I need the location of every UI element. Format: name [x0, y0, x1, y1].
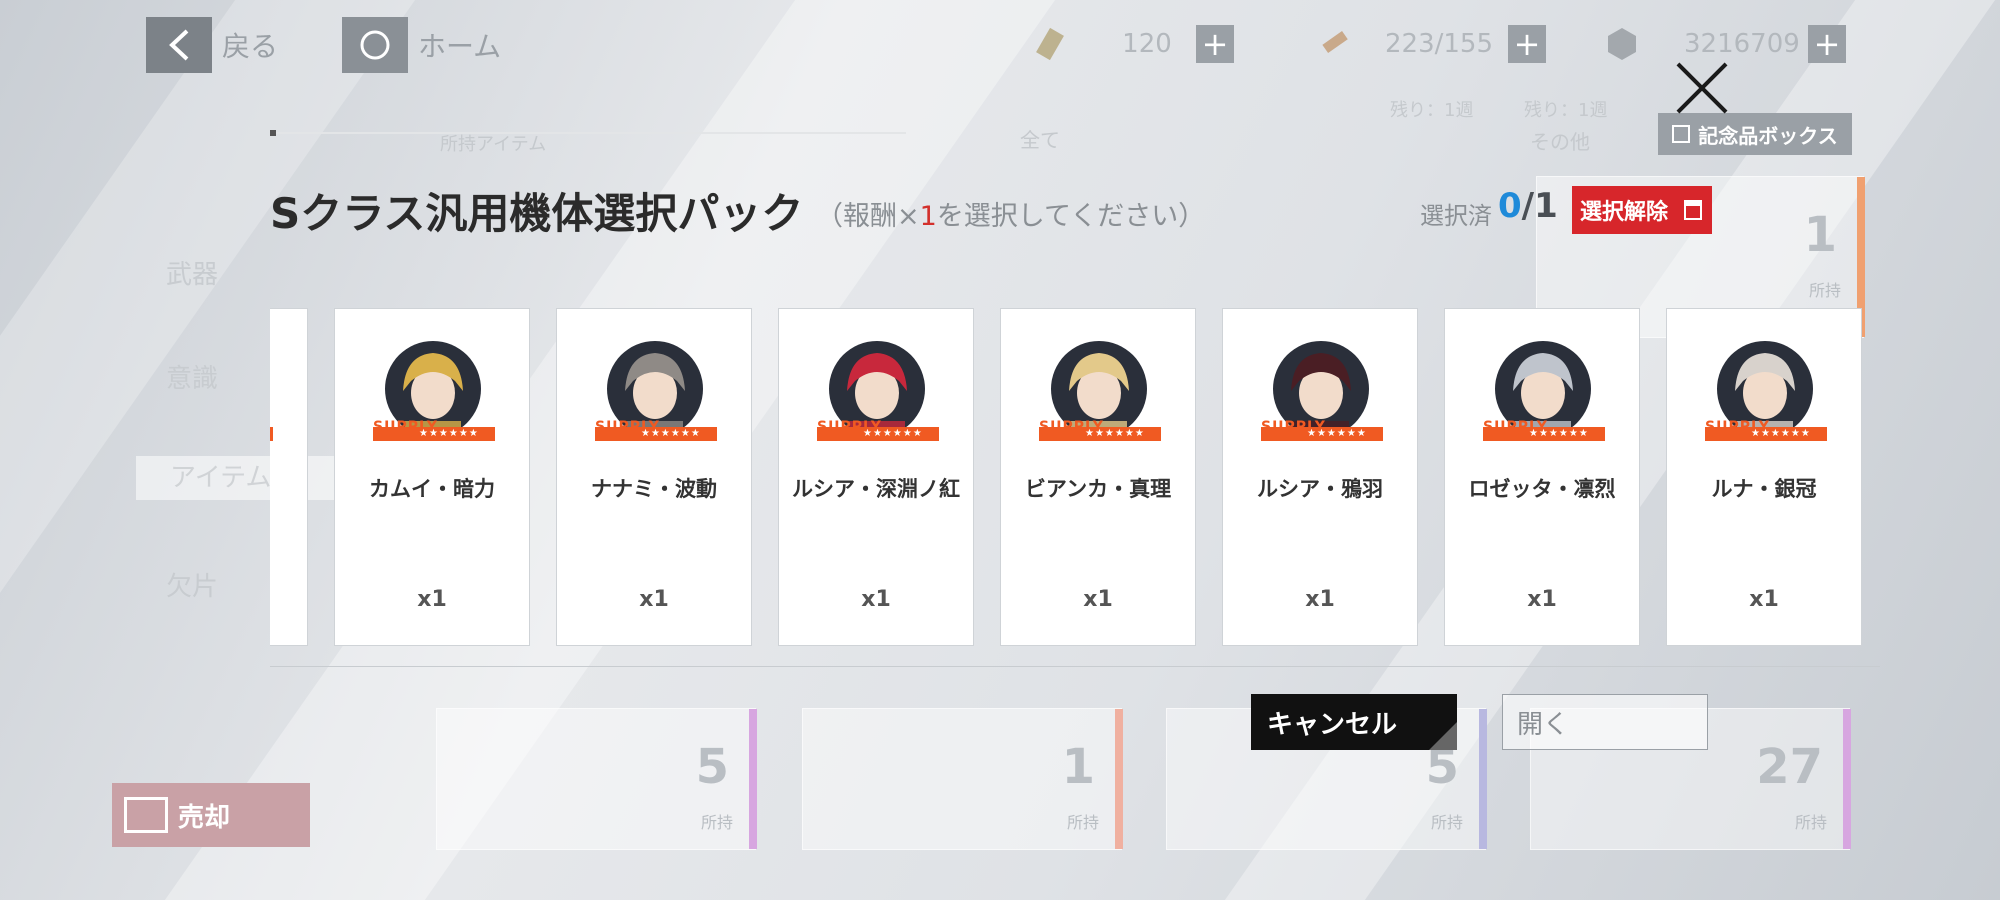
character-name: ルナ・銀冠 — [1711, 477, 1817, 501]
character-name: ビアンカ・真理 — [1024, 477, 1172, 501]
tile-owned-label: 所持 — [1794, 813, 1827, 832]
coin-icon — [1608, 28, 1636, 60]
supply-bar — [270, 427, 273, 441]
tile-owned-label: 所持 — [1066, 813, 1099, 832]
rank-stars: ★★★★★★ — [1085, 428, 1145, 439]
home-label: ホーム — [418, 30, 502, 63]
rank-stars: ★★★★★★ — [419, 428, 479, 439]
character-card[interactable]: SUPPLY ★★★★★★ ビアンカ・真理 x1 — [1000, 308, 1196, 646]
rank-stars: ★★★★★★ — [1529, 428, 1589, 439]
sell-icon — [124, 797, 168, 833]
character-card[interactable]: SUPPLY ★★★★★★ ルナ・銀冠 x1 — [1666, 308, 1862, 646]
divider — [270, 666, 1880, 667]
rank-stars: ★★★★★★ — [641, 428, 701, 439]
character-quantity: x1 — [1527, 587, 1557, 612]
character-name: ロゼッタ・凛烈 — [1468, 477, 1616, 501]
filter-remaining-1[interactable]: 残り：1週 — [1390, 96, 1473, 122]
divider — [270, 130, 906, 136]
resource-stamina: 120 + — [1032, 24, 1234, 64]
back-label: 戻る — [222, 30, 279, 63]
character-quantity: x1 — [639, 587, 669, 612]
character-name: ルシア・深淵ノ紅 — [792, 477, 960, 501]
side-tab-memories[interactable]: 意識 — [166, 358, 218, 395]
close-icon[interactable] — [1674, 60, 1730, 116]
filter-remaining-2[interactable]: 残り：1週 — [1524, 96, 1607, 122]
energy-value: 223/155 — [1384, 29, 1493, 59]
character-name: ルシア・鴉羽 — [1257, 477, 1383, 501]
eraser-icon — [1684, 200, 1702, 220]
add-stamina-button[interactable]: + — [1196, 25, 1234, 63]
character-card-list: SUPPLY★★★★★★灼熱x1SUPPLY★★★★★★カムイ・暗力x1SUPP… — [270, 308, 1882, 648]
character-quantity: x1 — [1083, 587, 1113, 612]
tile-owned-label: 所持 — [1430, 813, 1463, 832]
sell-button[interactable]: 売却 — [112, 783, 310, 847]
stamina-value: 120 — [1122, 29, 1172, 59]
modal-title: Sクラス汎用機体選択パック — [270, 189, 804, 238]
character-card[interactable]: SUPPLY ★★★★★★ ルシア・深淵ノ紅 x1 — [778, 308, 974, 646]
cancel-button[interactable]: キャンセル — [1251, 694, 1457, 750]
selection-pack-modal: Sクラス汎用機体選択パック （報酬×1を選択してください） 選択済 0/1 選択… — [270, 120, 1890, 760]
coins-value: 3216709 — [1684, 29, 1800, 59]
side-tab-fragments[interactable]: 欠片 — [166, 566, 218, 603]
character-name: カムイ・暗力 — [369, 477, 495, 501]
character-name: ナナミ・波動 — [591, 477, 717, 501]
resource-energy: 223/155 + — [1316, 24, 1546, 64]
cancel-label: キャンセル — [1267, 709, 1398, 740]
character-quantity: x1 — [1749, 587, 1779, 612]
open-label: 開く — [1517, 709, 1570, 740]
serum-icon — [1322, 31, 1348, 54]
clear-selection-button[interactable]: 選択解除 — [1572, 186, 1712, 234]
resource-coins: 3216709 + — [1604, 24, 1846, 64]
character-card[interactable]: SUPPLY ★★★★★★ ロゼッタ・凛烈 x1 — [1444, 308, 1640, 646]
modal-subtitle: （報酬×1を選択してください） — [816, 201, 1206, 232]
character-card[interactable]: SUPPLY ★★★★★★ カムイ・暗力 x1 — [334, 308, 530, 646]
character-name: 灼熱 — [270, 473, 307, 503]
add-coins-button[interactable]: + — [1808, 25, 1846, 63]
clear-selection-label: 選択解除 — [1580, 200, 1669, 225]
blackcard-icon — [1036, 27, 1064, 61]
selected-label: 選択済 — [1420, 202, 1492, 230]
character-quantity: x1 — [1305, 587, 1335, 612]
chevron-left-icon — [146, 17, 212, 73]
character-card[interactable]: SUPPLY ★★★★★★ ナナミ・波動 x1 — [556, 308, 752, 646]
home-button[interactable]: ホーム — [342, 17, 501, 73]
character-quantity: x1 — [417, 587, 447, 612]
reward-count: 1 — [919, 201, 937, 232]
back-button[interactable]: 戻る — [146, 17, 278, 73]
open-button[interactable]: 開く — [1502, 694, 1708, 750]
home-icon — [342, 17, 408, 73]
side-tab-weapons[interactable]: 武器 — [166, 254, 218, 291]
character-card[interactable]: SUPPLY ★★★★★★ ルシア・鴉羽 x1 — [1222, 308, 1418, 646]
character-quantity: x1 — [861, 587, 891, 612]
rank-stars: ★★★★★★ — [863, 428, 923, 439]
rank-stars: ★★★★★★ — [1751, 428, 1811, 439]
selected-count: 0/1 — [1498, 186, 1558, 226]
sell-label: 売却 — [178, 802, 231, 833]
tile-owned-label: 所持 — [700, 813, 733, 832]
character-card[interactable]: SUPPLY★★★★★★灼熱x1 — [270, 308, 308, 646]
character-quantity: x1 — [270, 587, 307, 612]
add-energy-button[interactable]: + — [1508, 25, 1546, 63]
rank-stars: ★★★★★★ — [1307, 428, 1367, 439]
